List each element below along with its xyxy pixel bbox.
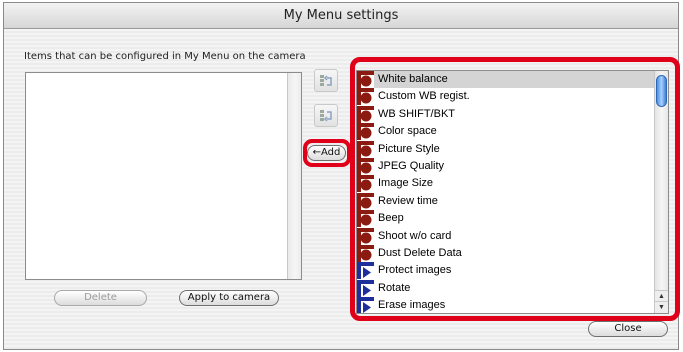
list-item-label: Image Size <box>378 177 434 190</box>
list-item-label: Rotate <box>378 281 411 294</box>
move-up-icon <box>320 75 332 86</box>
apply-to-camera-button[interactable]: Apply to camera <box>179 290 279 306</box>
scroll-down-arrow-icon[interactable]: ▼ <box>655 301 668 313</box>
my-menu-items-list[interactable] <box>25 72 302 280</box>
list-item[interactable]: Rotate <box>357 279 655 297</box>
list-item[interactable]: Shoot w/o card <box>357 227 655 245</box>
list-item-label: Color space <box>378 125 437 138</box>
available-items-list[interactable]: White balance Custom WB regist. WB SHIFT/B… <box>356 70 669 314</box>
list-item[interactable]: JPEG Quality <box>357 158 655 175</box>
list-item[interactable]: Image Size <box>357 175 655 193</box>
move-down-button[interactable] <box>314 104 338 127</box>
list-item-label: Erase images <box>378 299 446 312</box>
available-items-scrollbar[interactable]: ▲ ▼ <box>654 71 668 313</box>
list-item[interactable]: Color space <box>357 123 655 141</box>
list-item[interactable]: WB SHIFT/BKT <box>357 105 655 123</box>
scrollbar-thumb[interactable] <box>656 75 667 107</box>
my-menu-list-scrollbar[interactable] <box>287 73 301 279</box>
add-button[interactable]: ←Add <box>307 145 346 161</box>
configurable-items-caption: Items that can be configured in My Menu … <box>24 51 306 62</box>
list-item[interactable]: Beep <box>357 210 655 228</box>
list-item-label: Dust Delete Data <box>378 247 462 259</box>
list-item-label: JPEG Quality <box>378 160 445 172</box>
list-item-label: Protect images <box>378 264 452 277</box>
window-title: My Menu settings <box>4 3 678 29</box>
list-item-label: Custom WB regist. <box>378 90 470 103</box>
move-down-icon <box>320 110 332 122</box>
list-item[interactable]: Custom WB regist. <box>357 88 655 106</box>
list-item-label: Review time <box>378 194 438 207</box>
list-item[interactable]: Picture Style <box>357 140 655 158</box>
list-item-label: WB SHIFT/BKT <box>378 107 455 120</box>
delete-button[interactable]: Delete <box>54 290 147 306</box>
list-item[interactable]: Protect images <box>357 262 655 280</box>
list-item[interactable]: Dust Delete Data <box>357 245 655 262</box>
close-button[interactable]: Close <box>588 321 668 337</box>
list-item[interactable]: White balance <box>357 71 655 88</box>
list-item-label: Beep <box>378 212 404 225</box>
list-item-label: Picture Style <box>378 142 440 155</box>
list-item[interactable]: Erase images <box>357 297 655 313</box>
list-item[interactable]: Review time <box>357 192 655 210</box>
move-up-button[interactable] <box>314 69 338 92</box>
list-item-label: White balance <box>378 73 448 85</box>
list-item-label: Shoot w/o card <box>378 229 452 242</box>
